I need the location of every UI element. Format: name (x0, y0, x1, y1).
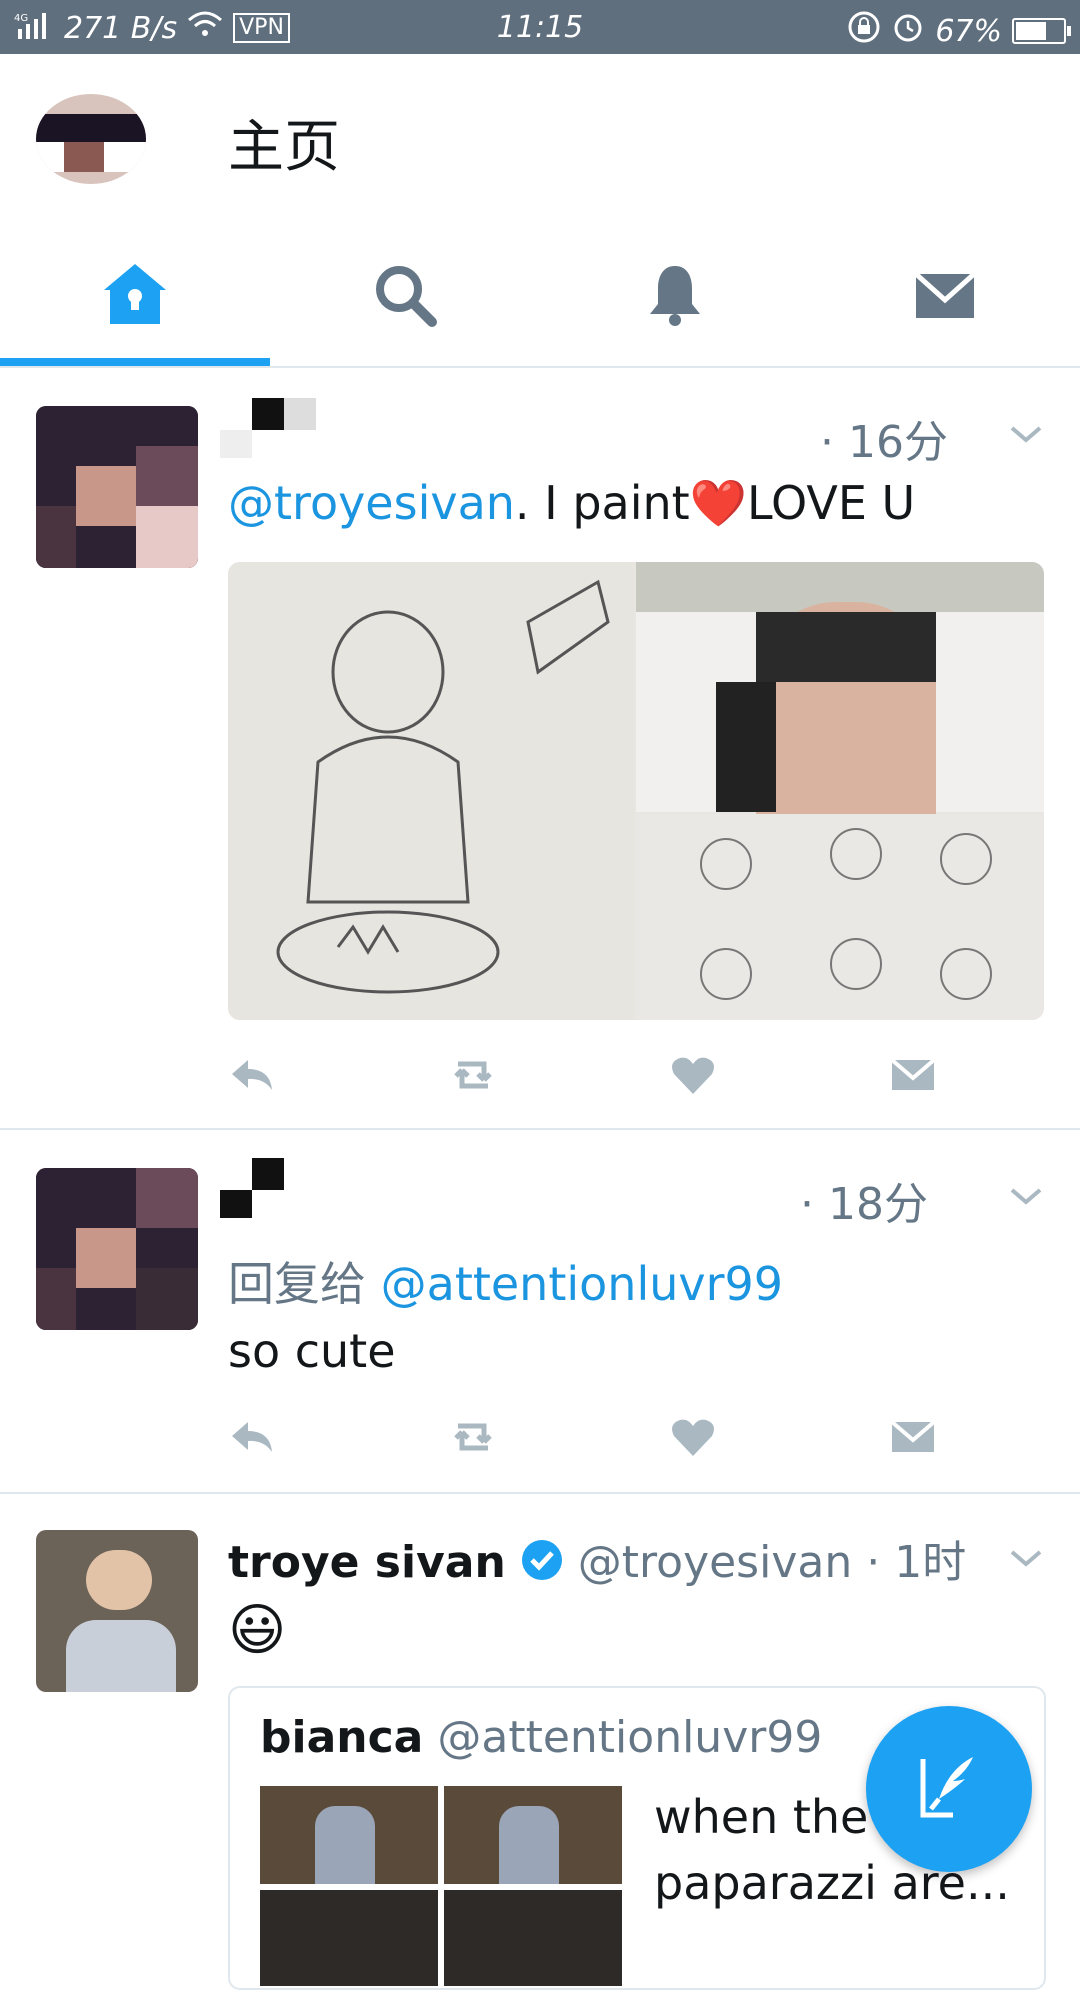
tweet[interactable]: · 16分 @troyesivan. I paint❤️LOVE U (0, 368, 1080, 1130)
quote-image[interactable] (260, 1786, 438, 1884)
compose-quill-icon (920, 1757, 973, 1818)
home-icon (104, 264, 166, 324)
tweet-media[interactable] (228, 562, 1044, 1020)
battery-level: 67% (935, 13, 1002, 49)
heart-icon (672, 1419, 714, 1456)
heart-icon (672, 1057, 714, 1094)
redacted-name (210, 398, 320, 458)
bell-icon (650, 266, 700, 326)
quote-image[interactable] (444, 1786, 622, 1884)
quote-media-grid[interactable] (260, 1786, 622, 1986)
quote-image[interactable] (444, 1890, 622, 1986)
retweet-icon (454, 1423, 492, 1451)
battery-icon (1012, 18, 1071, 44)
avatar[interactable] (36, 406, 198, 568)
mention-link[interactable]: @troyesivan (228, 476, 515, 530)
quote-handle: @attentionluvr99 (437, 1712, 823, 1763)
tweet-header: troye sivan @troyesivan · 1时 (228, 1526, 966, 1593)
avatar[interactable] (36, 1168, 198, 1330)
tweet-text: 😃 (228, 1598, 287, 1663)
mail-icon (890, 1058, 936, 1090)
retweet-button[interactable] (448, 1050, 508, 1110)
redacted-name (210, 1158, 320, 1218)
tweet-actions (228, 1412, 948, 1472)
retweet-icon (454, 1061, 492, 1089)
tweet-time: · 18分 (800, 1179, 928, 1230)
app-header: 主页 (0, 54, 1080, 224)
tab-messages[interactable] (810, 224, 1080, 366)
chevron-down-icon[interactable] (1006, 414, 1046, 454)
alarm-icon (891, 10, 925, 52)
reply-context: 回复给 @attentionluvr99 (228, 1257, 784, 1311)
chevron-down-icon[interactable] (1006, 1176, 1046, 1216)
handle[interactable]: @troyesivan (578, 1537, 852, 1588)
mention-link[interactable]: @attentionluvr99 (381, 1257, 783, 1311)
active-tab-indicator (0, 358, 270, 366)
quote-display-name: bianca (260, 1712, 424, 1763)
profile-avatar[interactable] (36, 94, 146, 184)
tweet-time: · 16分 (820, 417, 948, 468)
chevron-down-icon[interactable] (1006, 1538, 1046, 1578)
compose-tweet-button[interactable] (866, 1706, 1032, 1872)
verified-icon (520, 1538, 564, 1593)
page-title: 主页 (228, 115, 340, 180)
mail-icon (890, 1420, 936, 1452)
avatar[interactable] (36, 1530, 198, 1692)
lock-rotation-icon (847, 10, 881, 52)
tweet-actions (228, 1050, 948, 1110)
like-button[interactable] (668, 1412, 728, 1472)
reply-button[interactable] (228, 1412, 288, 1472)
tab-notifications[interactable] (540, 224, 810, 366)
dm-button[interactable] (888, 1412, 948, 1472)
drawing-image[interactable] (636, 814, 1044, 1020)
quote-image[interactable] (260, 1890, 438, 1986)
tweet-text: @troyesivan. I paint❤️LOVE U (228, 476, 916, 530)
mail-icon (914, 272, 976, 318)
retweet-button[interactable] (448, 1412, 508, 1472)
tweet-time: · 1时 (866, 1537, 967, 1588)
reply-button[interactable] (228, 1050, 288, 1110)
photo-image[interactable] (636, 562, 1044, 822)
drawing-image[interactable] (228, 562, 634, 1020)
tweet-text: so cute (228, 1324, 396, 1378)
dm-button[interactable] (888, 1050, 948, 1110)
tweet[interactable]: · 18分 回复给 @attentionluvr99 so cute (0, 1130, 1080, 1494)
reply-icon (232, 1422, 272, 1452)
tab-home[interactable] (0, 224, 270, 366)
tab-search[interactable] (270, 224, 540, 366)
search-icon (376, 266, 437, 327)
reply-icon (232, 1060, 272, 1090)
status-bar: 4G 271 B/s VPN 11:15 67% (0, 0, 1080, 54)
quote-header: bianca @attentionluvr99 (260, 1712, 822, 1763)
display-name[interactable]: troye sivan (228, 1537, 506, 1588)
tab-bar (0, 224, 1080, 368)
like-button[interactable] (668, 1050, 728, 1110)
